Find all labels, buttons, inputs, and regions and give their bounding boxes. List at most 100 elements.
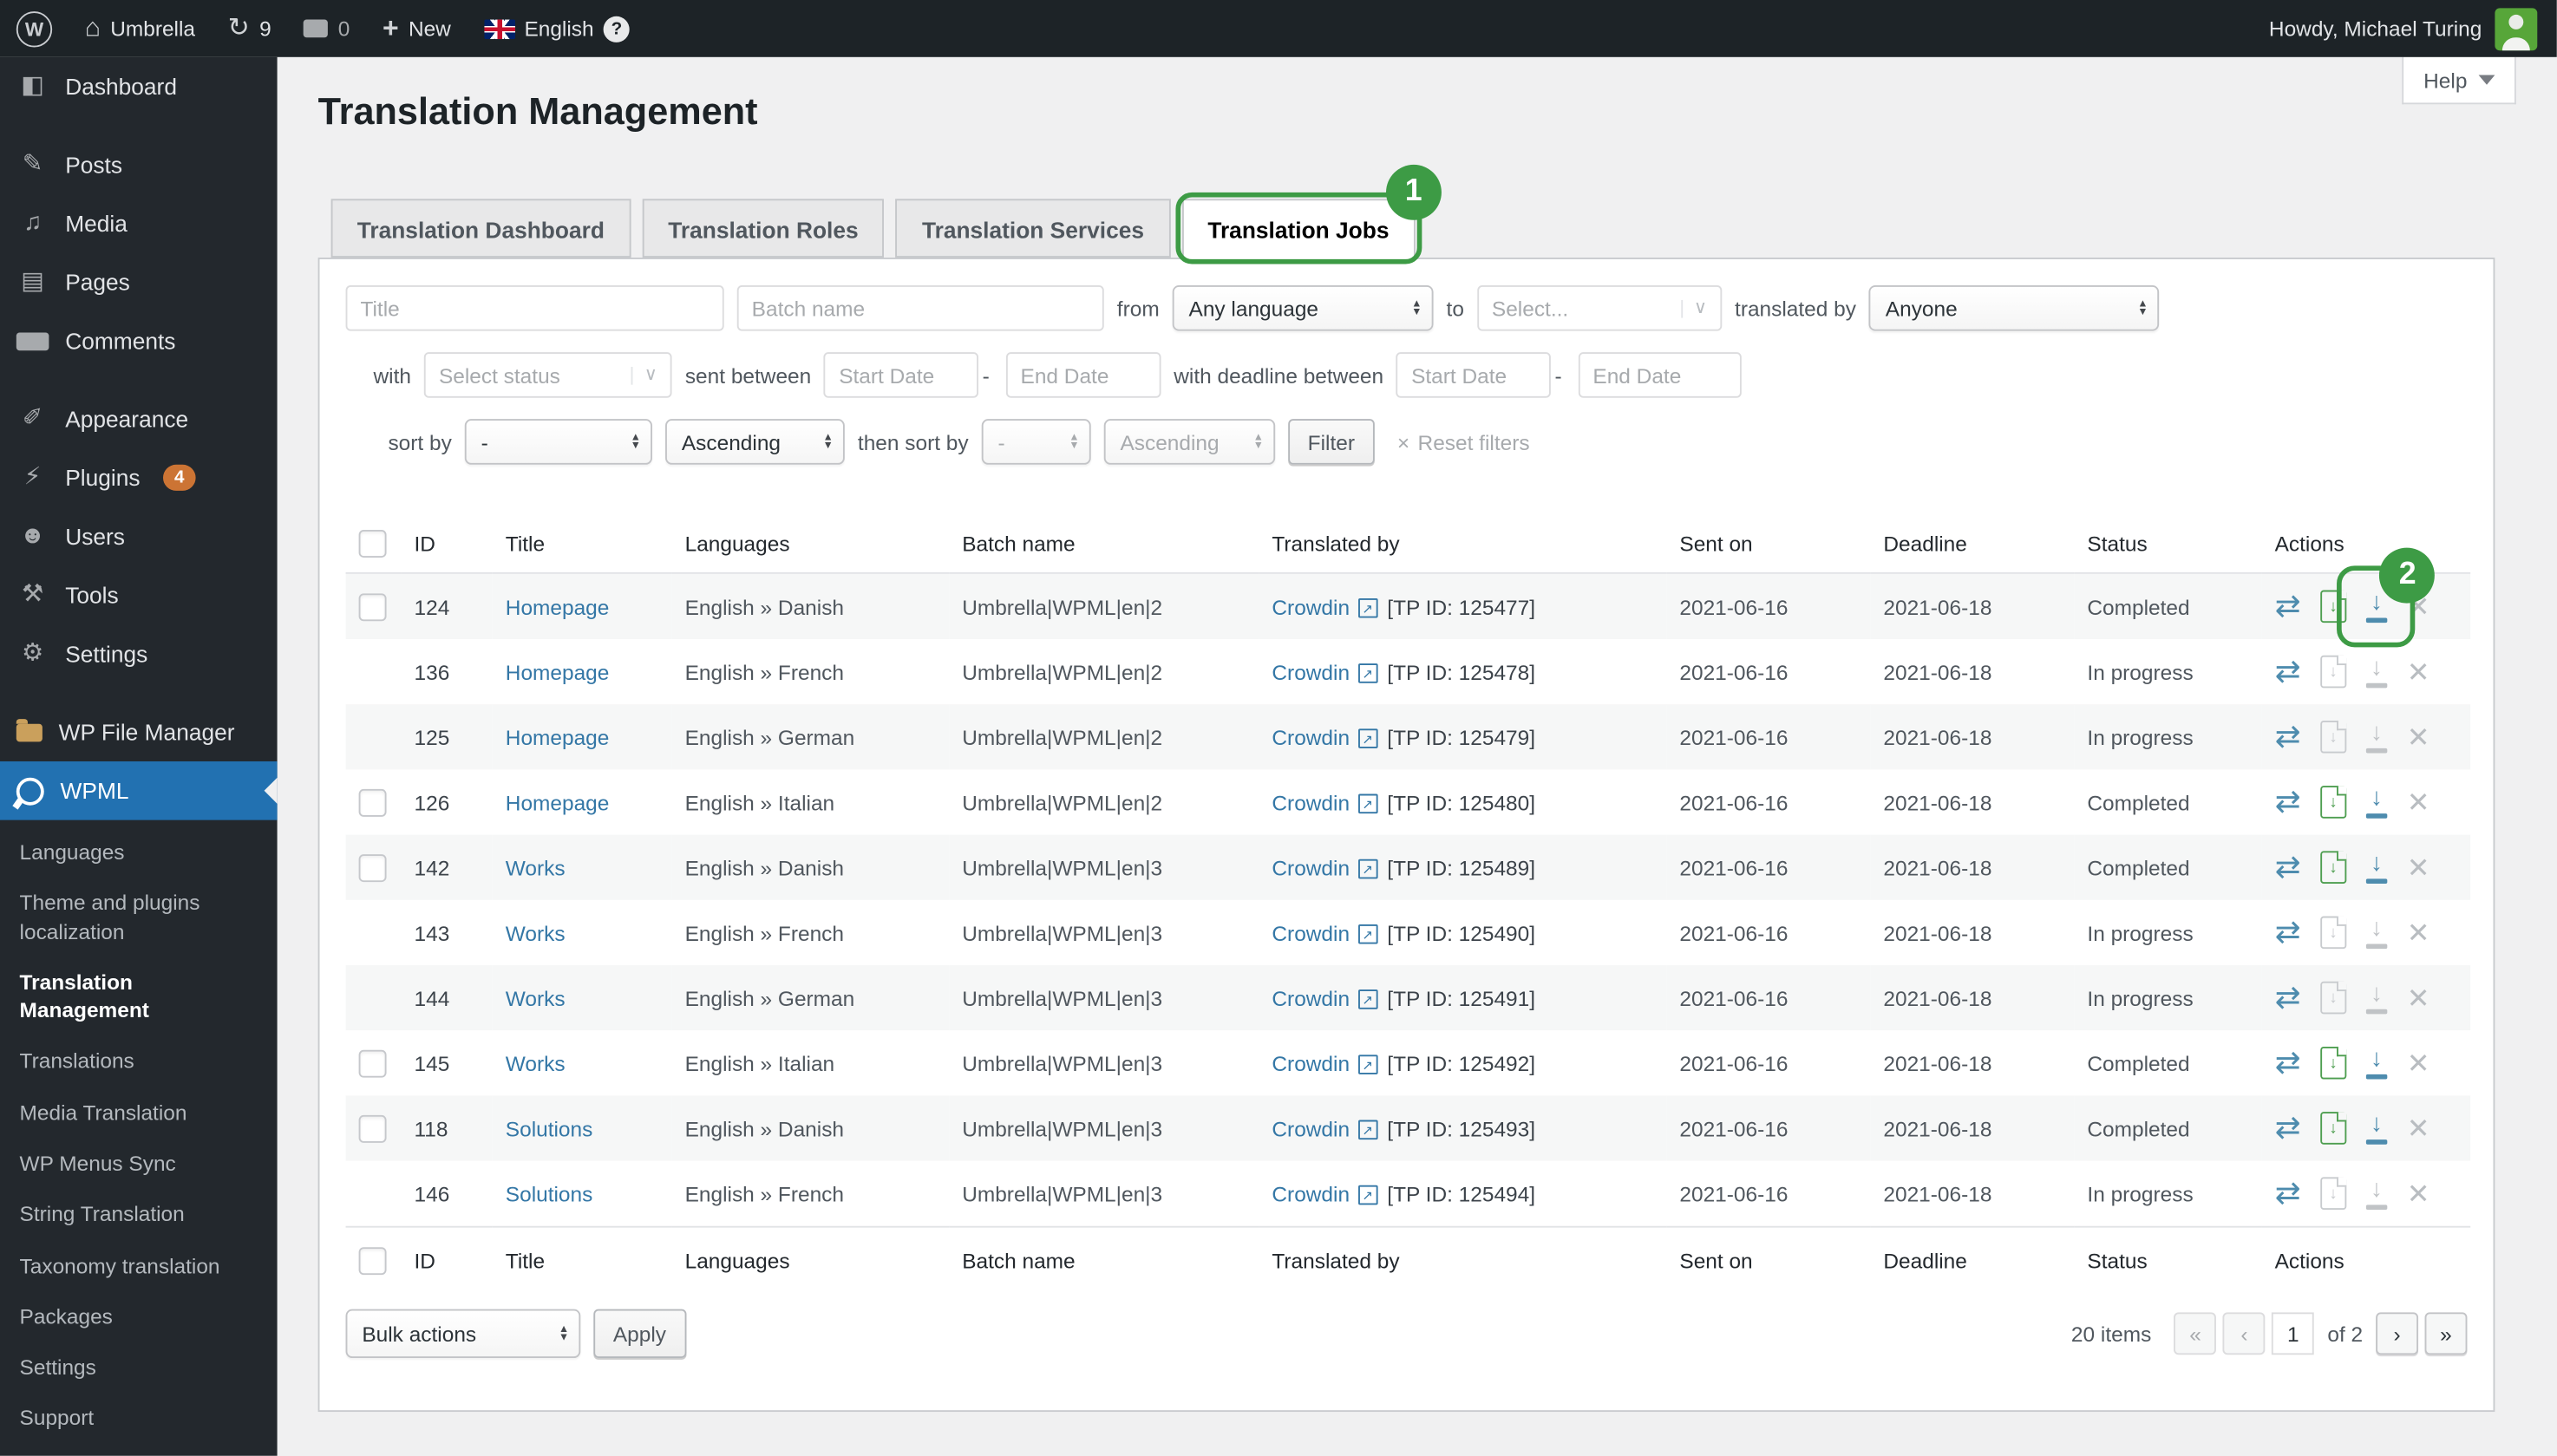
help-button[interactable]: Help [2403, 57, 2516, 105]
then-sort-direction-select[interactable]: Ascending ▲▼ [1104, 419, 1275, 465]
job-title-link[interactable]: Works [506, 1051, 566, 1075]
to-language-select[interactable]: Select... ∨ [1477, 285, 1722, 331]
tab-translation-jobs[interactable]: Translation Jobs1 [1181, 199, 1415, 260]
sync-translation-icon[interactable]: ⇄ [2275, 721, 2301, 753]
sidebar-subitem-string-translation[interactable]: String Translation [0, 1189, 278, 1240]
pagination-prev-button[interactable]: ‹ [2223, 1312, 2266, 1355]
translator-link[interactable]: Crowdin [1272, 920, 1350, 944]
sort-direction-select[interactable]: Ascending ▲▼ [665, 419, 845, 465]
language-menu[interactable]: English ? [468, 0, 646, 57]
job-title-link[interactable]: Works [506, 855, 566, 879]
tab-translation-roles[interactable]: Translation Roles [642, 199, 885, 258]
sidebar-item-wpml[interactable]: WPML [0, 761, 278, 820]
cancel-job-icon[interactable]: ✕ [2407, 788, 2430, 816]
select-all-checkbox[interactable] [359, 529, 387, 557]
sidebar-subitem-translation-management[interactable]: Translation Management [0, 957, 278, 1035]
filter-button[interactable]: Filter [1288, 419, 1374, 465]
cancel-job-icon[interactable]: ✕ [2407, 918, 2430, 946]
sidebar-subitem-settings[interactable]: Settings [0, 1342, 278, 1393]
download-icon[interactable]: ↓ [2366, 721, 2387, 753]
status-select[interactable]: Select status ∨ [424, 352, 672, 398]
job-title-link[interactable]: Solutions [506, 1181, 593, 1205]
xliff-file-icon[interactable]: ↓ [2320, 721, 2346, 754]
then-sort-by-select[interactable]: - ▲▼ [982, 419, 1091, 465]
sidebar-item-tools[interactable]: ⚒Tools [0, 565, 278, 624]
row-checkbox[interactable] [359, 1049, 387, 1077]
sidebar-item-media[interactable]: ♫Media [0, 194, 278, 253]
xliff-file-icon[interactable]: ↓ [2320, 982, 2346, 1015]
apply-button[interactable]: Apply [593, 1309, 685, 1358]
sidebar-subitem-support[interactable]: Support [0, 1393, 278, 1444]
sync-translation-icon[interactable]: ⇄ [2275, 1048, 2301, 1079]
translator-link[interactable]: Crowdin [1272, 790, 1350, 814]
translator-link[interactable]: Crowdin [1272, 855, 1350, 879]
sidebar-subitem-translations[interactable]: Translations [0, 1036, 278, 1087]
tab-translation-dashboard[interactable]: Translation Dashboard [331, 199, 631, 258]
row-checkbox[interactable] [359, 853, 387, 881]
sidebar-item-pages[interactable]: ▤Pages [0, 252, 278, 311]
job-title-link[interactable]: Works [506, 985, 566, 1009]
sync-translation-icon[interactable]: ⇄ [2275, 787, 2301, 818]
title-filter-input[interactable] [346, 285, 724, 331]
sync-translation-icon[interactable]: ⇄ [2275, 656, 2301, 688]
xliff-file-icon[interactable]: ↓ [2320, 851, 2346, 884]
sidebar-subitem-languages[interactable]: Languages [0, 826, 278, 878]
tab-translation-services[interactable]: Translation Services [896, 199, 1170, 258]
sync-translation-icon[interactable]: ⇄ [2275, 591, 2301, 623]
comments-menu[interactable]: 0 [287, 0, 366, 57]
xliff-file-icon[interactable]: ↓ [2320, 917, 2346, 950]
pagination-current-page-input[interactable]: 1 [2272, 1312, 2314, 1355]
xliff-file-icon[interactable]: ↓ [2320, 656, 2346, 689]
cancel-job-icon[interactable]: ✕ [2407, 1049, 2430, 1077]
sidebar-item-appearance[interactable]: ✐Appearance [0, 389, 278, 448]
xliff-file-icon[interactable]: ↓ [2320, 1112, 2346, 1145]
row-checkbox[interactable] [359, 592, 387, 620]
sidebar-subitem-theme-and-plugins-localization[interactable]: Theme and plugins localization [0, 878, 278, 957]
download-icon[interactable]: ↓ [2366, 1113, 2387, 1145]
row-checkbox[interactable] [359, 788, 387, 816]
site-menu[interactable]: ⌂ Umbrella [69, 0, 212, 57]
sync-translation-icon[interactable]: ⇄ [2275, 917, 2301, 949]
download-icon[interactable]: ↓ [2366, 917, 2387, 949]
from-language-select[interactable]: Any language ▲▼ [1173, 285, 1434, 331]
translator-link[interactable]: Crowdin [1272, 1181, 1350, 1205]
new-menu[interactable]: + New [366, 0, 467, 57]
sent-end-date-input[interactable] [1006, 352, 1161, 398]
select-all-checkbox-bottom[interactable] [359, 1246, 387, 1274]
cancel-job-icon[interactable]: ✕ [2407, 658, 2430, 686]
batch-name-filter-input[interactable] [737, 285, 1104, 331]
pagination-first-button[interactable]: « [2174, 1312, 2217, 1355]
sidebar-item-users[interactable]: ☻Users [0, 507, 278, 566]
download-icon[interactable]: ↓ [2366, 1047, 2387, 1079]
download-icon[interactable]: ↓ [2366, 852, 2387, 884]
xliff-file-icon[interactable]: ↓ [2320, 1177, 2346, 1210]
job-title-link[interactable]: Homepage [506, 725, 610, 749]
download-icon[interactable]: ↓ [2366, 1178, 2387, 1210]
deadline-end-date-input[interactable] [1578, 352, 1741, 398]
translator-link[interactable]: Crowdin [1272, 725, 1350, 749]
xliff-file-icon[interactable]: ↓ [2320, 786, 2346, 819]
reset-filters-link[interactable]: × Reset filters [1397, 429, 1530, 454]
cancel-job-icon[interactable]: ✕ [2407, 723, 2430, 751]
updates-menu[interactable]: ↻ 9 [212, 0, 288, 57]
sidebar-item-settings[interactable]: ⚙Settings [0, 624, 278, 683]
bulk-actions-select[interactable]: Bulk actions ▲▼ [346, 1309, 581, 1358]
sidebar-item-posts[interactable]: ✎Posts [0, 135, 278, 194]
translator-link[interactable]: Crowdin [1272, 1116, 1350, 1140]
download-icon[interactable]: ↓ [2366, 982, 2387, 1014]
sent-start-date-input[interactable] [824, 352, 979, 398]
sync-translation-icon[interactable]: ⇄ [2275, 1113, 2301, 1144]
download-icon[interactable]: ↓ [2366, 591, 2387, 623]
sync-translation-icon[interactable]: ⇄ [2275, 852, 2301, 883]
sidebar-item-plugins[interactable]: ⚡Plugins4 [0, 448, 278, 507]
download-icon[interactable]: ↓ [2366, 787, 2387, 819]
cancel-job-icon[interactable]: ✕ [2407, 1114, 2430, 1142]
sync-translation-icon[interactable]: ⇄ [2275, 1178, 2301, 1209]
sort-by-select[interactable]: - ▲▼ [465, 419, 652, 465]
pagination-last-button[interactable]: » [2425, 1312, 2468, 1355]
cancel-job-icon[interactable]: ✕ [2407, 984, 2430, 1012]
sync-translation-icon[interactable]: ⇄ [2275, 983, 2301, 1014]
xliff-file-icon[interactable]: ↓ [2320, 591, 2346, 624]
translated-by-select[interactable]: Anyone ▲▼ [1869, 285, 2160, 331]
sidebar-subitem-packages[interactable]: Packages [0, 1291, 278, 1342]
